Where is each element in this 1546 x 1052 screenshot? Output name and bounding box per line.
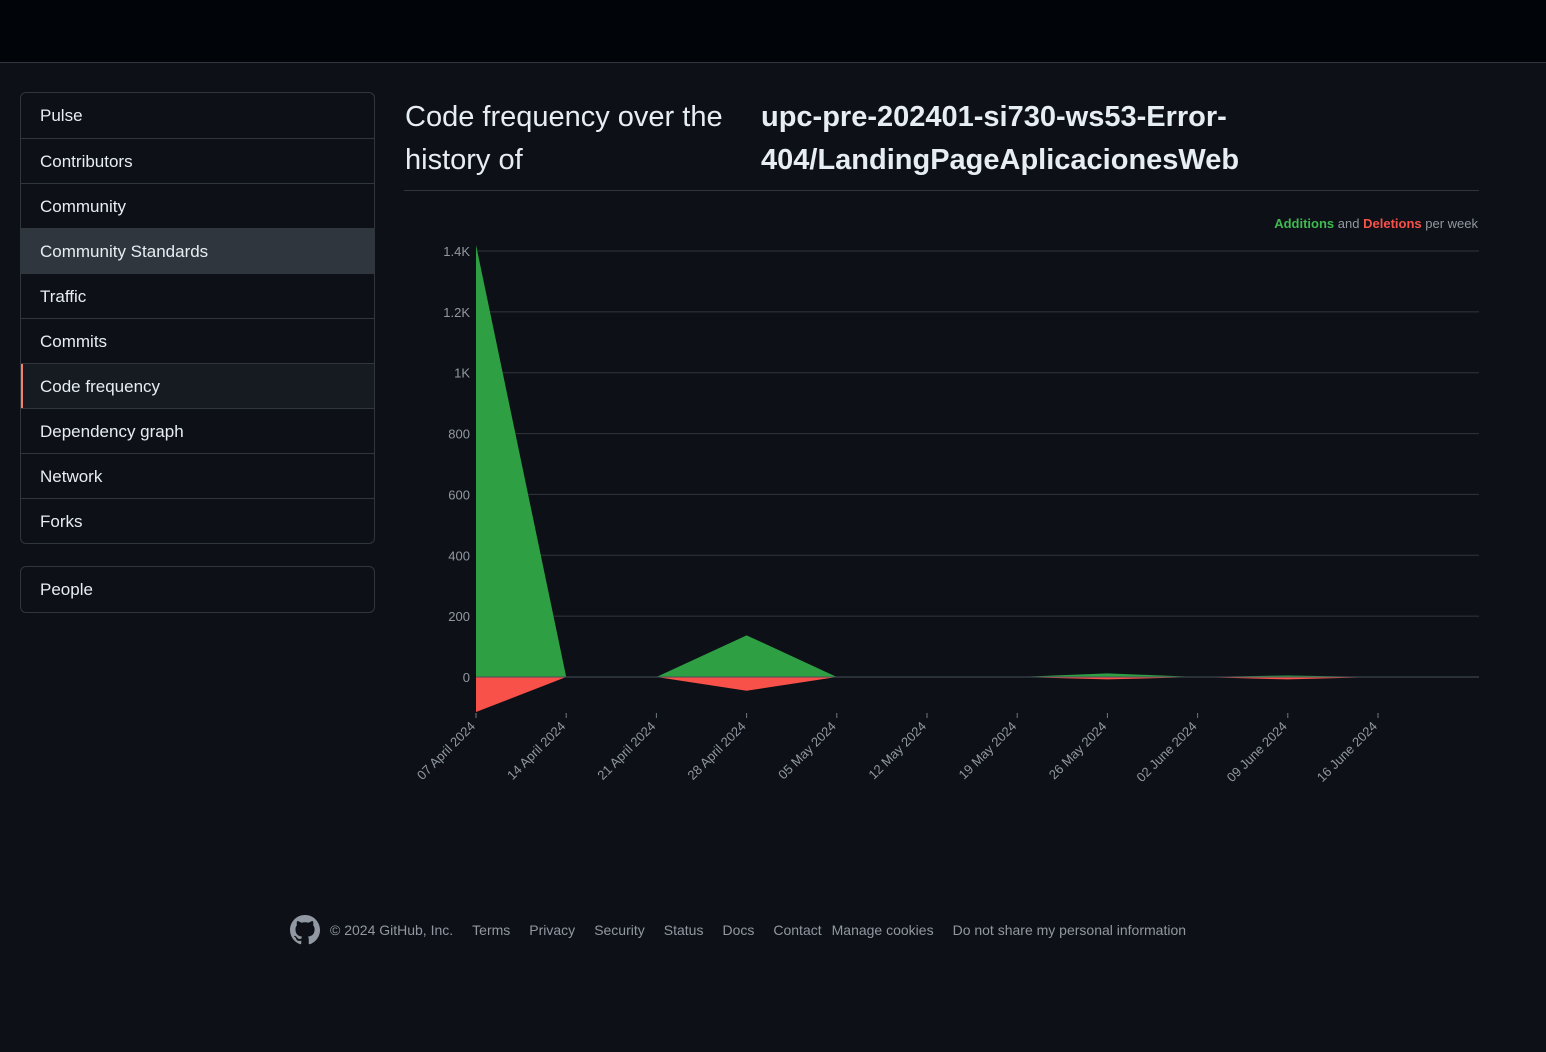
insights-menu: Pulse Contributors Community Community S… <box>20 92 375 544</box>
page-title-prefix: Code frequency over the history of <box>405 101 723 176</box>
x-tick-label: 02 June 2024 <box>1133 719 1199 785</box>
series-area-additions <box>476 244 1378 677</box>
menu-item-commits[interactable]: Commits <box>21 318 374 363</box>
x-tick-label: 16 June 2024 <box>1314 719 1380 785</box>
legend-additions: Additions <box>1274 216 1335 231</box>
menu-item-community[interactable]: Community <box>21 183 374 228</box>
y-tick-label: 600 <box>448 487 470 502</box>
footer-link-manage-cookies[interactable]: Manage cookies <box>832 922 934 938</box>
y-tick-label: 200 <box>448 609 470 624</box>
title-divider <box>404 190 1479 191</box>
series-area-deletions <box>476 677 1378 712</box>
y-tick-label: 400 <box>448 548 470 563</box>
footer-link-status[interactable]: Status <box>664 922 704 938</box>
y-tick-label: 800 <box>448 427 470 442</box>
github-logo-icon[interactable] <box>290 915 320 945</box>
y-tick-label: 1.2K <box>443 305 470 320</box>
code-frequency-chart: 0 200 400 600 800 1K 1.2K 1.4K 07 April 2024 14 A… <box>414 244 1479 785</box>
footer-link-terms[interactable]: Terms <box>472 922 510 938</box>
chart-legend: Additions and Deletions per week <box>1274 216 1478 231</box>
legend-and: and <box>1337 216 1360 231</box>
x-tick-label: 09 June 2024 <box>1224 719 1290 785</box>
menu-item-dependency-graph[interactable]: Dependency graph <box>21 408 374 453</box>
menu-item-code-frequency[interactable]: Code frequency <box>21 363 374 408</box>
x-tick-label: 12 May 2024 <box>865 719 929 783</box>
menu-item-forks[interactable]: Forks <box>21 498 374 543</box>
repo-name-link[interactable]: upc-pre-202401-si730-ws53-Error-404/Land… <box>761 96 1261 182</box>
menu-item-traffic[interactable]: Traffic <box>21 273 374 318</box>
menu-item-pulse[interactable]: Pulse <box>21 93 374 138</box>
x-tick-label: 07 April 2024 <box>414 719 478 783</box>
x-tick-label: 21 April 2024 <box>594 719 658 783</box>
x-tick-label: 05 May 2024 <box>775 719 839 783</box>
page-footer: © 2024 GitHub, Inc. Terms Privacy Securi… <box>290 914 1205 946</box>
y-tick-label: 1.4K <box>443 244 470 259</box>
footer-link-contact[interactable]: Contact <box>773 922 821 938</box>
legend-suffix: per week <box>1425 216 1478 231</box>
y-tick-label: 0 <box>463 670 470 685</box>
legend-deletions: Deletions <box>1363 216 1422 231</box>
footer-link-privacy[interactable]: Privacy <box>529 922 575 938</box>
y-tick-label: 1K <box>454 366 470 381</box>
people-menu: People <box>20 566 375 613</box>
menu-item-contributors[interactable]: Contributors <box>21 138 374 183</box>
footer-link-do-not-share[interactable]: Do not share my personal information <box>953 922 1186 938</box>
footer-link-docs[interactable]: Docs <box>722 922 754 938</box>
x-tick-label: 28 April 2024 <box>684 719 748 783</box>
top-header-bar <box>0 0 1546 63</box>
x-tick-label: 14 April 2024 <box>504 719 568 783</box>
footer-copyright: © 2024 GitHub, Inc. <box>330 922 454 938</box>
x-tick-label: 26 May 2024 <box>1046 719 1110 783</box>
x-tick-label: 19 May 2024 <box>956 719 1020 783</box>
menu-item-community-standards[interactable]: Community Standards <box>21 228 374 273</box>
footer-link-security[interactable]: Security <box>594 922 645 938</box>
menu-item-network[interactable]: Network <box>21 453 374 498</box>
menu-item-people[interactable]: People <box>21 567 374 612</box>
